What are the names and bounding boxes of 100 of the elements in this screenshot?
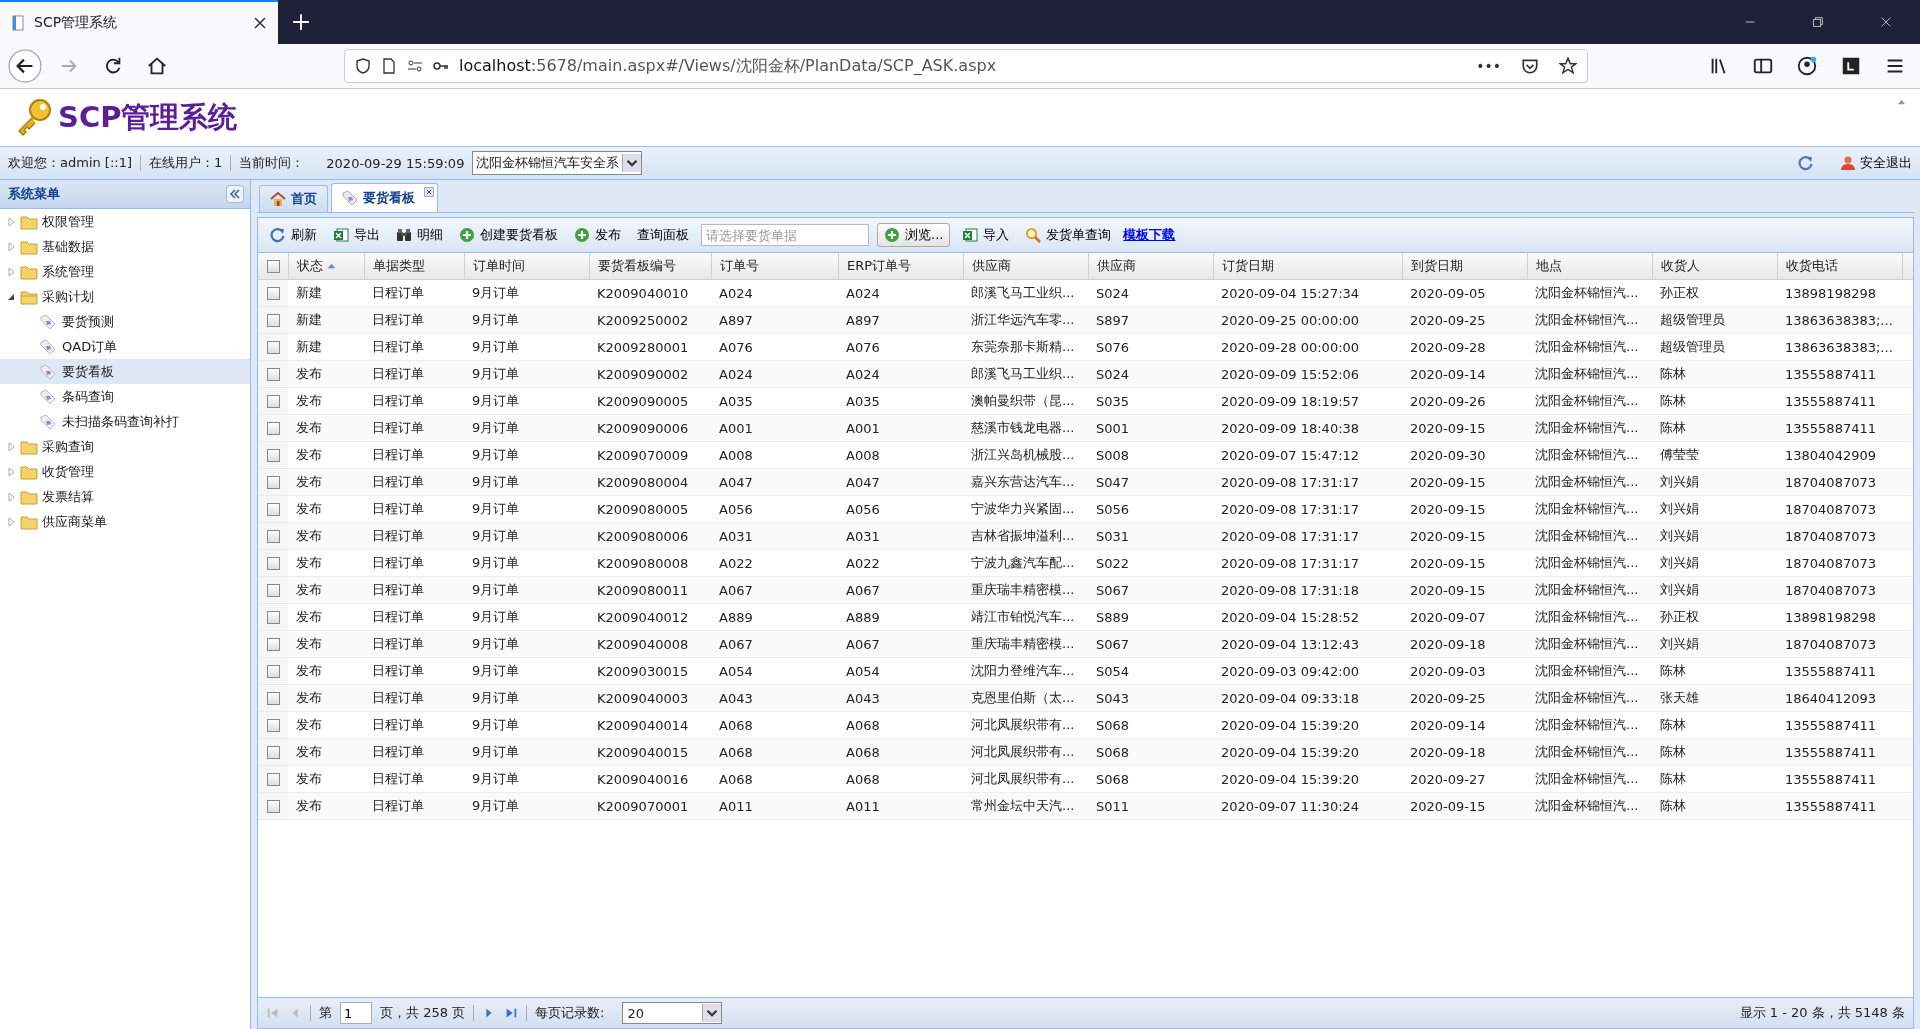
column-header[interactable]: 状态	[289, 253, 365, 279]
collapse-icon[interactable]	[1897, 97, 1906, 106]
toolbar-button[interactable]: 发货单查询	[1021, 224, 1116, 246]
menu-item[interactable]: QAD订单	[0, 334, 250, 359]
address-bar[interactable]: localhost:5678/main.aspx#/Views/沈阳金杯/PlanData/SCP_ASK.aspx •••	[344, 49, 1588, 83]
column-header[interactable]: 单据类型	[365, 253, 465, 279]
table-cell-text: 陈林	[1659, 716, 1687, 734]
document-field[interactable]: 请选择要货单据	[701, 224, 869, 246]
menu-item[interactable]: 未扫描条码查询补打	[0, 409, 250, 434]
row-checkbox[interactable]	[266, 556, 280, 570]
table-cell-text: 2020-09-03 09:42:00	[1220, 662, 1361, 681]
table-cell-text: 傅莹莹	[1659, 446, 1700, 464]
browse-button[interactable]: 浏览...	[877, 223, 951, 247]
column-header[interactable]: 订单号	[712, 253, 839, 279]
refresh-icon[interactable]	[1798, 155, 1814, 171]
menu-folder[interactable]: 供应商菜单	[0, 509, 250, 534]
row-checkbox[interactable]	[266, 286, 280, 300]
column-header[interactable]: 供应商	[964, 253, 1089, 279]
page-field[interactable]: 1	[340, 1002, 372, 1024]
menu-folder[interactable]: 收货管理	[0, 459, 250, 484]
menu-folder[interactable]: 采购计划	[0, 284, 250, 309]
toolbar-button[interactable]: 查询面板	[633, 224, 693, 246]
pocket-icon[interactable]	[1521, 57, 1539, 75]
page-size-select[interactable]: 20	[622, 1002, 723, 1024]
column-header[interactable]: 订货日期	[1214, 253, 1403, 279]
menu-folder[interactable]: 发票结算	[0, 484, 250, 509]
back-icon[interactable]	[8, 49, 42, 83]
row-checkbox[interactable]	[266, 502, 280, 516]
table-cell-text: 发布	[295, 581, 323, 599]
logout-button[interactable]: 安全退出	[1840, 154, 1912, 172]
column-header[interactable]: 收货人	[1653, 253, 1778, 279]
table-cell-text: 常州金坛中天汽...	[970, 797, 1076, 815]
row-checkbox[interactable]	[266, 637, 280, 651]
last-page-icon[interactable]	[504, 1006, 519, 1020]
toolbar-button[interactable]: 创建要货看板	[455, 224, 562, 246]
collapse-icon[interactable]	[226, 185, 244, 203]
row-checkbox[interactable]	[266, 313, 280, 327]
collapsed-icon[interactable]	[6, 466, 16, 477]
table-cell-text: S022	[1095, 554, 1131, 573]
table-cell-text: K2009040016	[596, 770, 690, 789]
menu-item[interactable]: 要货看板	[0, 359, 250, 384]
row-checkbox[interactable]	[266, 691, 280, 705]
row-checkbox[interactable]	[266, 664, 280, 678]
toolbar-button[interactable]: 明细	[392, 224, 447, 246]
account-icon[interactable]	[1796, 55, 1818, 77]
new-tab-icon[interactable]	[292, 13, 310, 31]
menu-folder[interactable]: 系统管理	[0, 259, 250, 284]
row-checkbox[interactable]	[266, 745, 280, 759]
toolbar-button[interactable]: 刷新	[266, 224, 321, 246]
collapsed-icon[interactable]	[6, 216, 16, 227]
collapsed-icon[interactable]	[6, 266, 16, 277]
row-checkbox[interactable]	[266, 610, 280, 624]
restore-icon[interactable]	[1811, 15, 1825, 29]
row-checkbox[interactable]	[266, 799, 280, 813]
company-select[interactable]: 沈阳金杯锦恒汽车安全系	[472, 151, 643, 175]
row-checkbox[interactable]	[266, 772, 280, 786]
menu-item[interactable]: 要货预测	[0, 309, 250, 334]
toolbar-button[interactable]: 导入	[958, 224, 1014, 246]
close-icon[interactable]	[1879, 15, 1893, 29]
collapsed-icon[interactable]	[6, 441, 16, 452]
browser-tab[interactable]: SCP管理系统	[0, 0, 278, 44]
collapsed-icon[interactable]	[6, 491, 16, 502]
toolbar-button[interactable]: 发布	[570, 224, 625, 246]
template-download-link[interactable]: 模板下载	[1123, 226, 1176, 244]
row-checkbox[interactable]	[266, 394, 280, 408]
menu-item[interactable]: 条码查询	[0, 384, 250, 409]
column-header[interactable]: 供应商	[1089, 253, 1214, 279]
extension-icon[interactable]	[1840, 55, 1862, 77]
row-checkbox[interactable]	[266, 475, 280, 489]
select-all-checkbox[interactable]	[266, 259, 280, 273]
row-checkbox[interactable]	[266, 340, 280, 354]
collapsed-icon[interactable]	[6, 516, 16, 527]
tab[interactable]: 要货看板	[331, 183, 438, 212]
star-icon[interactable]	[1559, 57, 1577, 75]
app-title: SCP管理系统	[58, 98, 238, 136]
table-cell-text: K2009280001	[596, 338, 690, 357]
menu-folder[interactable]: 基础数据	[0, 234, 250, 259]
table-cell-text: 超级管理员	[1659, 311, 1726, 329]
table-cell-text: 日程订单	[371, 284, 425, 302]
column-header[interactable]: ERP订单号	[839, 253, 964, 279]
row-checkbox[interactable]	[266, 421, 280, 435]
menu-folder[interactable]: 权限管理	[0, 209, 250, 234]
close-icon[interactable]	[424, 187, 434, 197]
row-checkbox[interactable]	[266, 367, 280, 381]
row-checkbox[interactable]	[266, 718, 280, 732]
column-header[interactable]: 地点	[1528, 253, 1653, 279]
tab[interactable]: 首页	[259, 185, 328, 212]
column-header[interactable]: 要货看板编号	[590, 253, 712, 279]
menu-folder[interactable]: 采购查询	[0, 434, 250, 459]
column-header[interactable]: 到货日期	[1403, 253, 1528, 279]
column-header[interactable]: 订单时间	[465, 253, 590, 279]
column-header[interactable]: 收货电话	[1778, 253, 1903, 279]
row-checkbox[interactable]	[266, 583, 280, 597]
home-icon[interactable]	[146, 55, 168, 77]
toolbar-button[interactable]: 导出	[329, 224, 384, 246]
row-checkbox[interactable]	[266, 529, 280, 543]
row-checkbox[interactable]	[266, 448, 280, 462]
collapsed-icon[interactable]	[6, 241, 16, 252]
more-actions-button[interactable]: •••	[1476, 58, 1501, 74]
close-icon[interactable]	[252, 15, 268, 31]
